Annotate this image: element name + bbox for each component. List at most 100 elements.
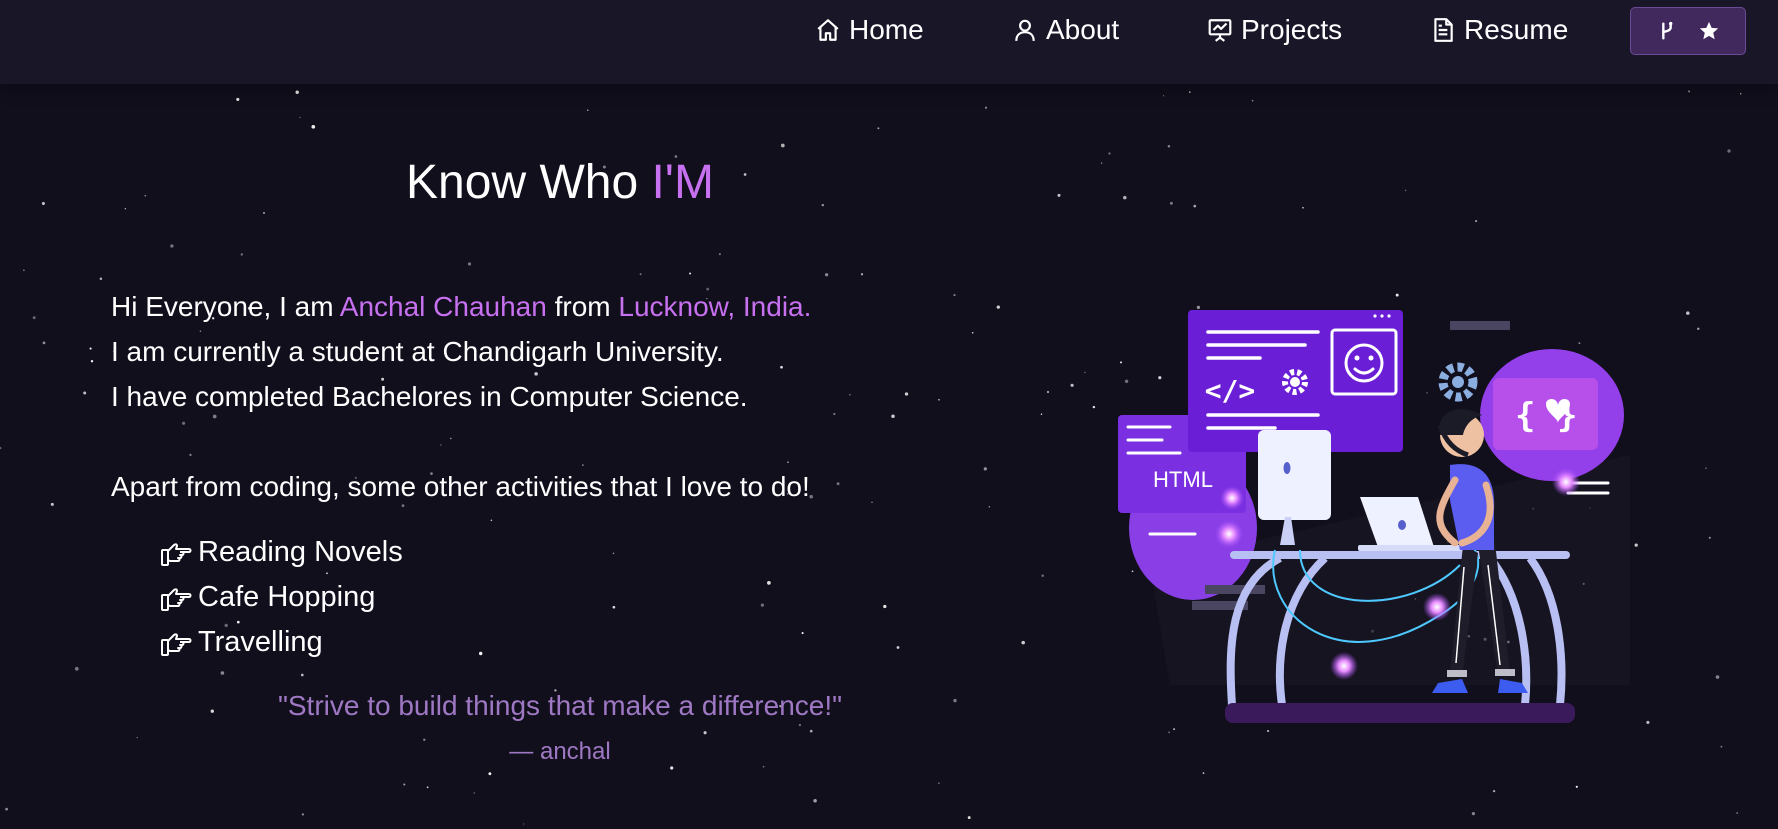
github-fork-star-button[interactable] [1630,7,1746,55]
degree-line: I have completed Bachelores in Computer … [111,381,748,412]
quote-author: — anchal [509,738,611,765]
star-dot [780,143,785,148]
star-dot [1646,720,1650,724]
location: Lucknow, India. [618,291,812,322]
monitor [1258,430,1331,520]
star-dot [1193,204,1197,208]
star-dot [798,723,802,727]
glow-dot [1330,652,1358,680]
star-dot [1727,149,1731,153]
nav-about[interactable]: About [1012,10,1119,50]
star-dot [809,729,813,733]
star-dot [403,783,406,786]
glow-dot [1215,520,1243,548]
star-dot [1697,327,1700,330]
star-dot [1404,189,1407,192]
star-dot [689,272,692,275]
star-dot [1040,413,1043,415]
star-dot [891,414,895,419]
activity-label: Reading Novels [198,536,403,568]
document-icon [1434,18,1453,42]
user-icon [1015,19,1035,41]
star-dot [971,332,974,334]
star-dot [587,109,589,111]
star-dot [83,391,87,395]
star-dot [904,392,909,396]
person-name: Anchal Chauhan [339,291,547,322]
star-dot [1251,99,1254,102]
star-dot [849,394,851,396]
star-dot [703,731,707,735]
about-title-accent: I'M [651,156,714,209]
deco-block [1205,585,1235,594]
star-dot [1202,772,1205,774]
star-dot [824,273,829,277]
nav-home[interactable]: Home [815,10,924,50]
star-dot [983,467,987,471]
star-dot [1021,640,1025,645]
heart-box [1493,378,1598,450]
activity-item: Reading Novels [160,530,403,575]
star-dot [1047,391,1049,393]
nav-about-label: About [1046,14,1120,45]
star-dot [833,412,836,416]
nav-home-label: Home [849,14,924,45]
star-dot [1688,90,1691,93]
about-title-prefix: Know Who [406,156,652,209]
star-dot [984,106,988,109]
activity-label: Travelling [198,626,323,658]
star-dot [896,646,900,649]
star-dot [0,446,2,450]
nav-projects[interactable]: Projects [1207,10,1342,50]
home-icon [817,19,839,41]
activity-label: Cafe Hopping [198,581,376,613]
star-dot [1092,405,1096,409]
brace-left: { [1515,396,1535,436]
star-dot [813,799,817,803]
star-dot [612,552,615,555]
star-dot [1041,574,1044,578]
activity-item: Cafe Hopping [160,575,403,620]
html-label: HTML [1153,467,1213,492]
star-dot [473,792,475,794]
hand-point-right-icon [161,632,192,656]
star-dot [301,813,305,816]
quote: "Strive to build things that make a diff… [277,690,843,721]
hand-point-right-icon [161,542,192,566]
star-dot [953,294,956,297]
star-dot [300,673,304,677]
star-dot [1188,91,1191,93]
star-dot [871,501,873,503]
glow-dot [1220,486,1244,510]
hand-point-right-icon [161,587,192,611]
nav-resume[interactable]: Resume [1430,10,1568,50]
star-dot [1070,383,1074,387]
star-dot [996,305,1000,309]
star-dot [1084,371,1086,374]
star-dot [1686,311,1690,315]
star-dot [1634,543,1638,547]
star-dot [467,262,472,266]
navbar: Home About Projects Resume [0,0,1778,84]
star-dot [639,273,642,276]
glow-dot [1552,468,1580,496]
star-dot [42,341,46,345]
study-line: I am currently a student at Chandigarh U… [111,336,724,367]
activities-list: Reading Novels Cafe Hopping Travelling [160,530,403,665]
about-text: Hi Everyone, I am Anchal Chauhan from Lu… [111,284,811,509]
about-title: Know Who I'M [0,155,1120,210]
code-symbol: </> [1205,374,1256,407]
git-fork-icon [1662,21,1673,40]
star-dot [883,604,887,609]
glow-dot [1423,593,1451,621]
gear-icon-large [1438,362,1478,402]
star-dot [488,772,492,776]
star-dot [938,782,940,784]
star-dot [1302,206,1304,209]
star-dot [760,603,765,607]
star-dot [295,90,299,94]
star-dot [1705,467,1707,469]
star-dot [1492,789,1496,793]
desk-top [1230,551,1570,559]
